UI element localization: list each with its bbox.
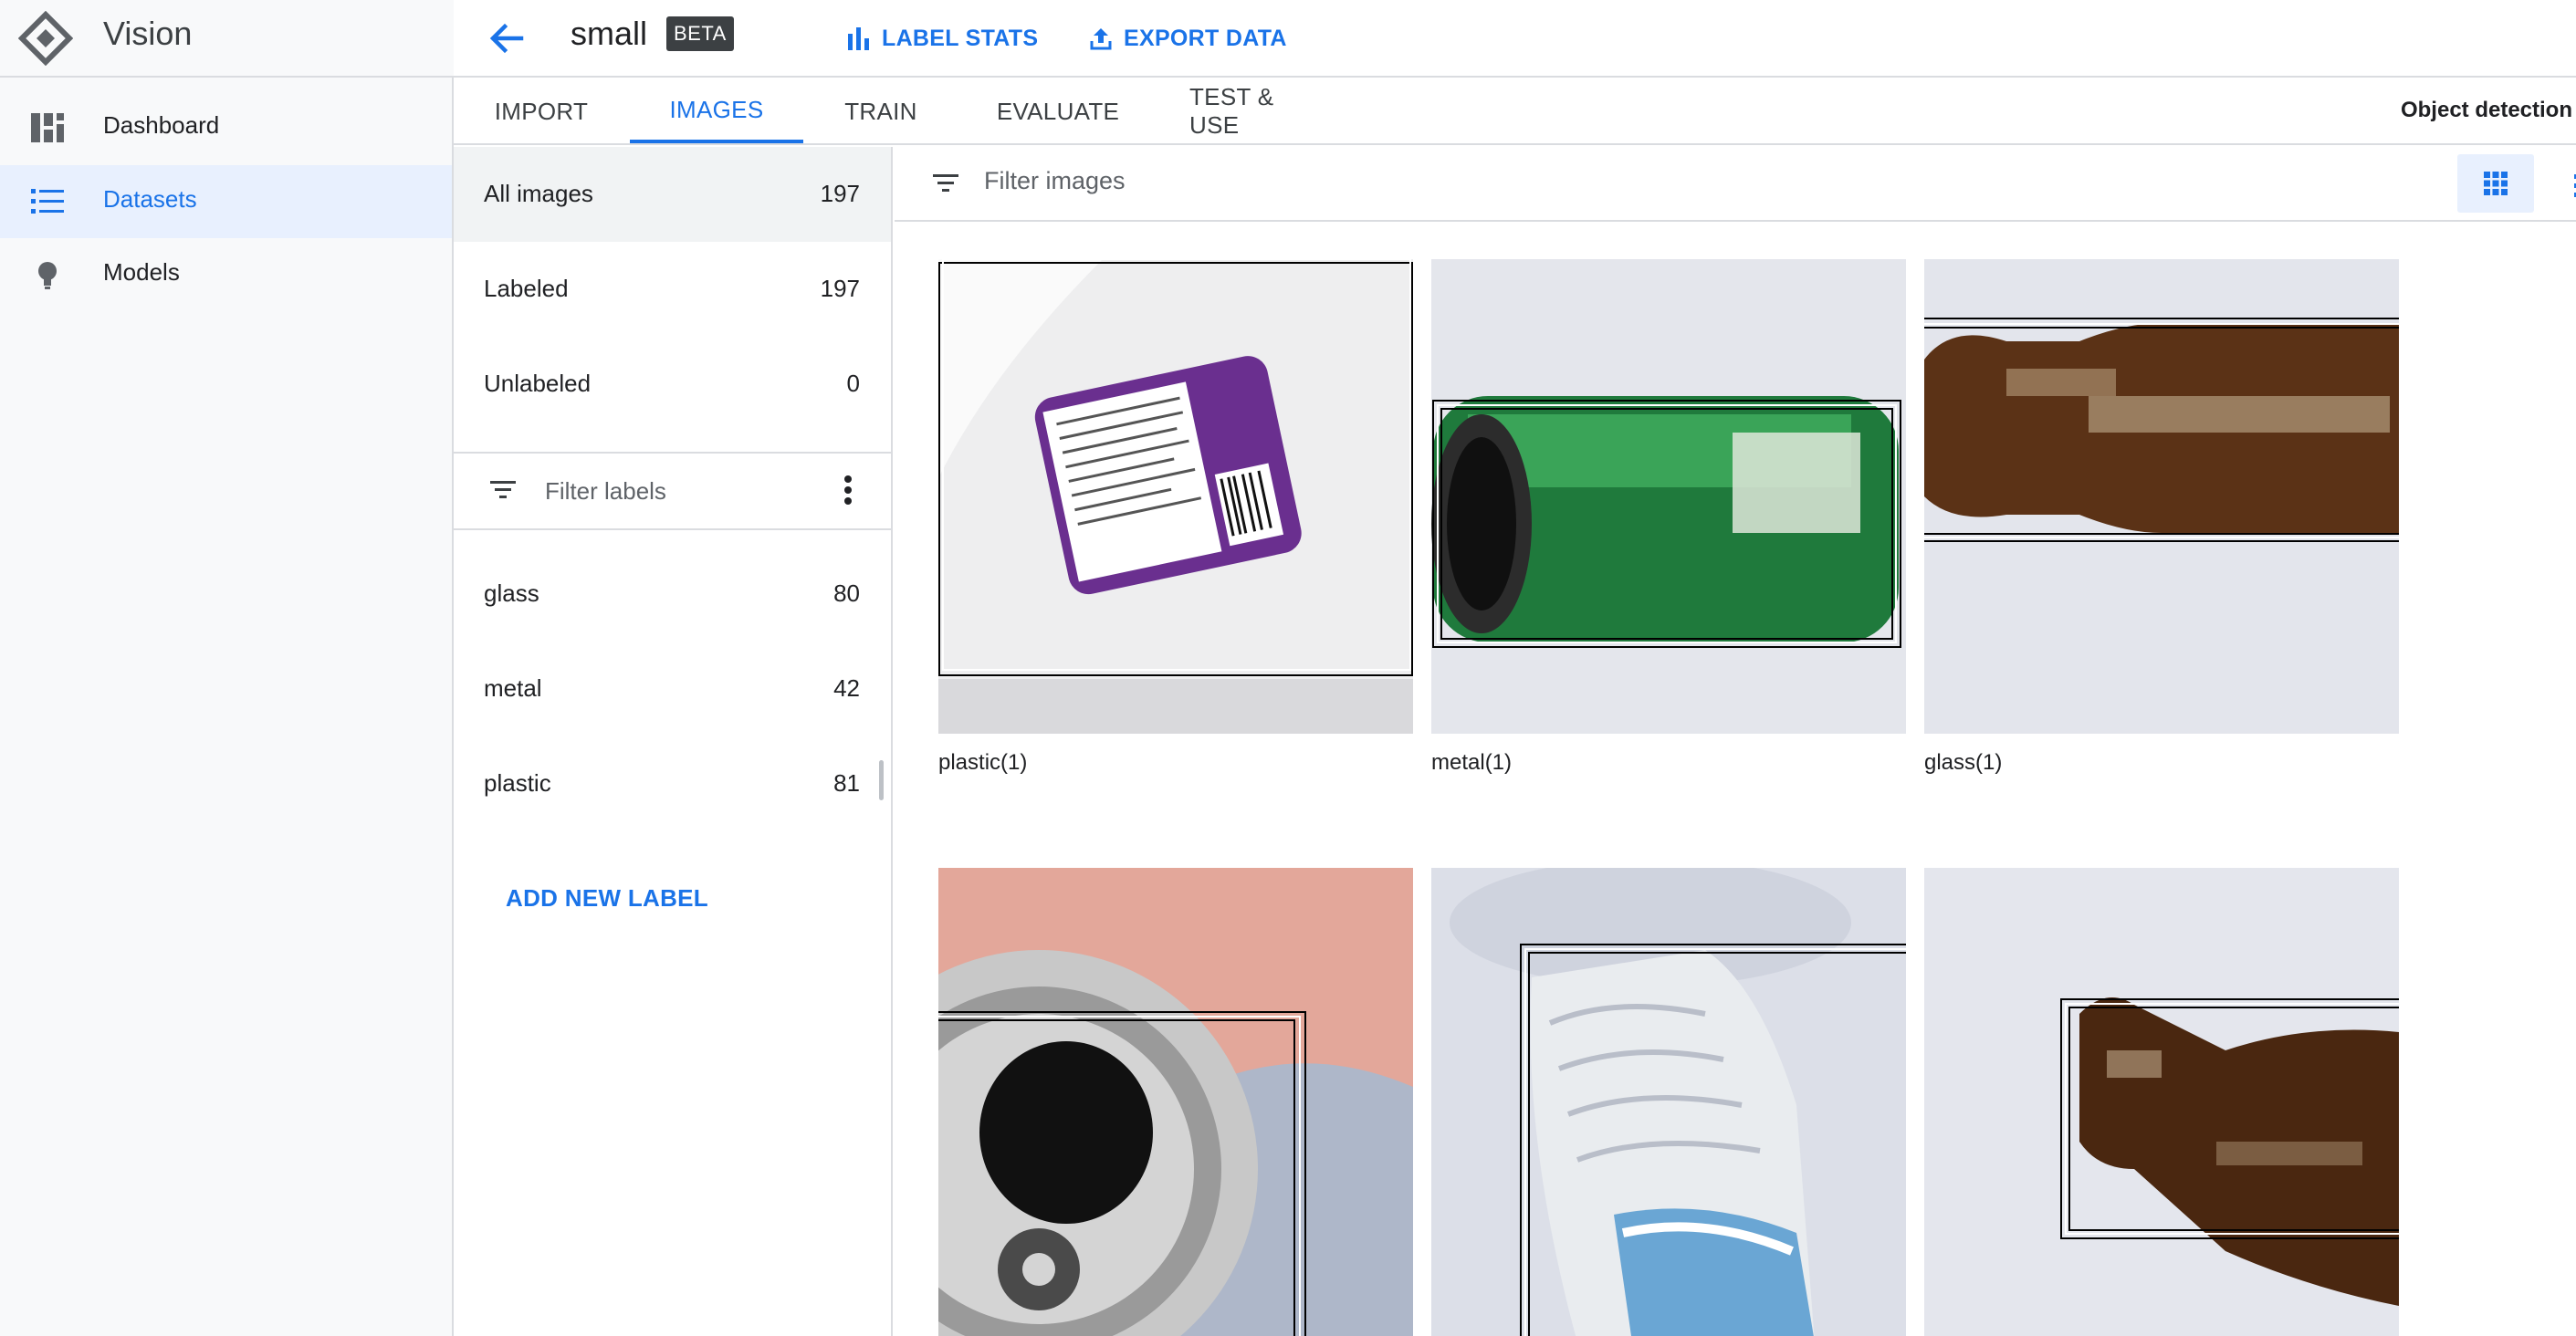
lightbulb-icon [38,262,57,289]
filter-unlabeled[interactable]: Unlabeled 0 [454,337,891,432]
beta-badge: BETA [666,16,734,51]
filter-count: 197 [820,180,860,207]
export-data-label: EXPORT DATA [1124,25,1287,51]
nav-item-datasets[interactable]: Datasets [0,165,452,238]
label-name: glass [484,579,539,607]
filter-images-input[interactable]: Filter images [984,167,1126,195]
filter-label: Unlabeled [484,370,592,397]
left-navigation: Vision Dashboard Datasets Models [0,0,454,1336]
grid-view-icon [2484,172,2508,195]
label-item-glass[interactable]: glass 80 [454,547,891,642]
image-caption: glass(1) [1924,750,2003,775]
list-icon [31,189,64,214]
label-count: 80 [833,579,860,607]
filter-count: 197 [820,275,860,302]
tab-evaluate[interactable]: EVALUATE [994,79,1122,143]
filter-panel: All images 197 Labeled 197 Unlabeled 0 F… [454,147,893,1336]
scrollbar[interactable] [879,760,884,800]
water-bottle-image [1431,868,1906,1336]
image-thumbnail[interactable] [938,868,1413,1336]
vision-logo-icon [18,11,73,66]
more-vert-icon[interactable] [830,470,866,510]
image-thumbnail[interactable] [1431,868,1906,1336]
image-caption: metal(1) [1431,750,1513,775]
label-stats-button[interactable]: LABEL STATS [845,18,1038,58]
nav-item-label: Dashboard [103,111,220,139]
nav-item-label: Datasets [103,185,197,213]
export-data-button[interactable]: EXPORT DATA [1087,18,1287,58]
green-can-image [1431,259,1906,734]
bottle-neck-image [1924,868,2399,1336]
top-bar: small BETA LABEL STATS EXPORT DATA [454,0,2576,78]
tab-import[interactable]: IMPORT [490,79,592,143]
brown-bottle-image [1924,259,2399,734]
filter-all-images[interactable]: All images 197 [454,147,891,242]
label-stats-label: LABEL STATS [882,25,1039,51]
app-brand: Vision [0,0,454,78]
nav-item-label: Models [103,258,180,286]
label-count: 42 [833,674,860,702]
tab-label: EVALUATE [996,97,1120,125]
grid-view-button[interactable] [2457,154,2534,213]
image-thumbnail-plastic[interactable] [938,259,1413,734]
filter-label: All images [484,180,593,207]
nav-item-models[interactable]: Models [0,238,452,311]
filter-icon [933,174,958,192]
filter-labels-input[interactable]: Filter labels [545,477,666,506]
divider [454,528,891,530]
upload-icon [1090,28,1112,50]
filter-label: Labeled [484,275,569,302]
image-thumbnail-metal[interactable] [1431,259,1906,734]
bar-chart-icon [848,27,869,50]
image-caption: plastic(1) [938,750,1028,775]
milk-jug-image [938,259,1413,734]
image-thumbnail-glass[interactable] [1924,259,2399,734]
label-item-plastic[interactable]: plastic 81 [454,736,891,831]
back-arrow-icon[interactable] [481,13,532,64]
tab-images[interactable]: IMAGES [630,79,803,143]
image-filter-bar: Filter images [895,147,2576,222]
dataset-name: small [571,15,648,52]
tab-label: TEST & USE [1189,83,1274,139]
can-top-image [938,868,1413,1336]
label-name: plastic [484,769,551,797]
tab-bar: IMPORT IMAGES TRAIN EVALUATE TEST & USE … [454,79,2576,145]
tab-label: IMPORT [494,97,589,125]
label-count: 81 [833,769,860,797]
label-name: metal [484,674,542,702]
nav-item-dashboard[interactable]: Dashboard [0,91,452,164]
tab-label: IMAGES [669,95,764,123]
tab-train[interactable]: TRAIN [835,79,927,143]
tab-label: TRAIN [844,97,917,125]
add-new-label-button[interactable]: ADD NEW LABEL [506,884,708,913]
tab-test-and-use[interactable]: TEST & USE [1189,79,1323,143]
label-item-metal[interactable]: metal 42 [454,642,891,736]
filter-labels-bar: Filter labels [454,454,891,528]
filter-labeled[interactable]: Labeled 197 [454,242,891,337]
filter-icon [490,481,516,498]
dashboard-icon [31,113,64,142]
list-view-button[interactable] [2556,154,2576,213]
filter-count: 0 [846,370,860,397]
image-thumbnail[interactable] [1924,868,2399,1336]
app-name: Vision [103,15,193,52]
model-type-label: Object detection [2400,98,2572,122]
